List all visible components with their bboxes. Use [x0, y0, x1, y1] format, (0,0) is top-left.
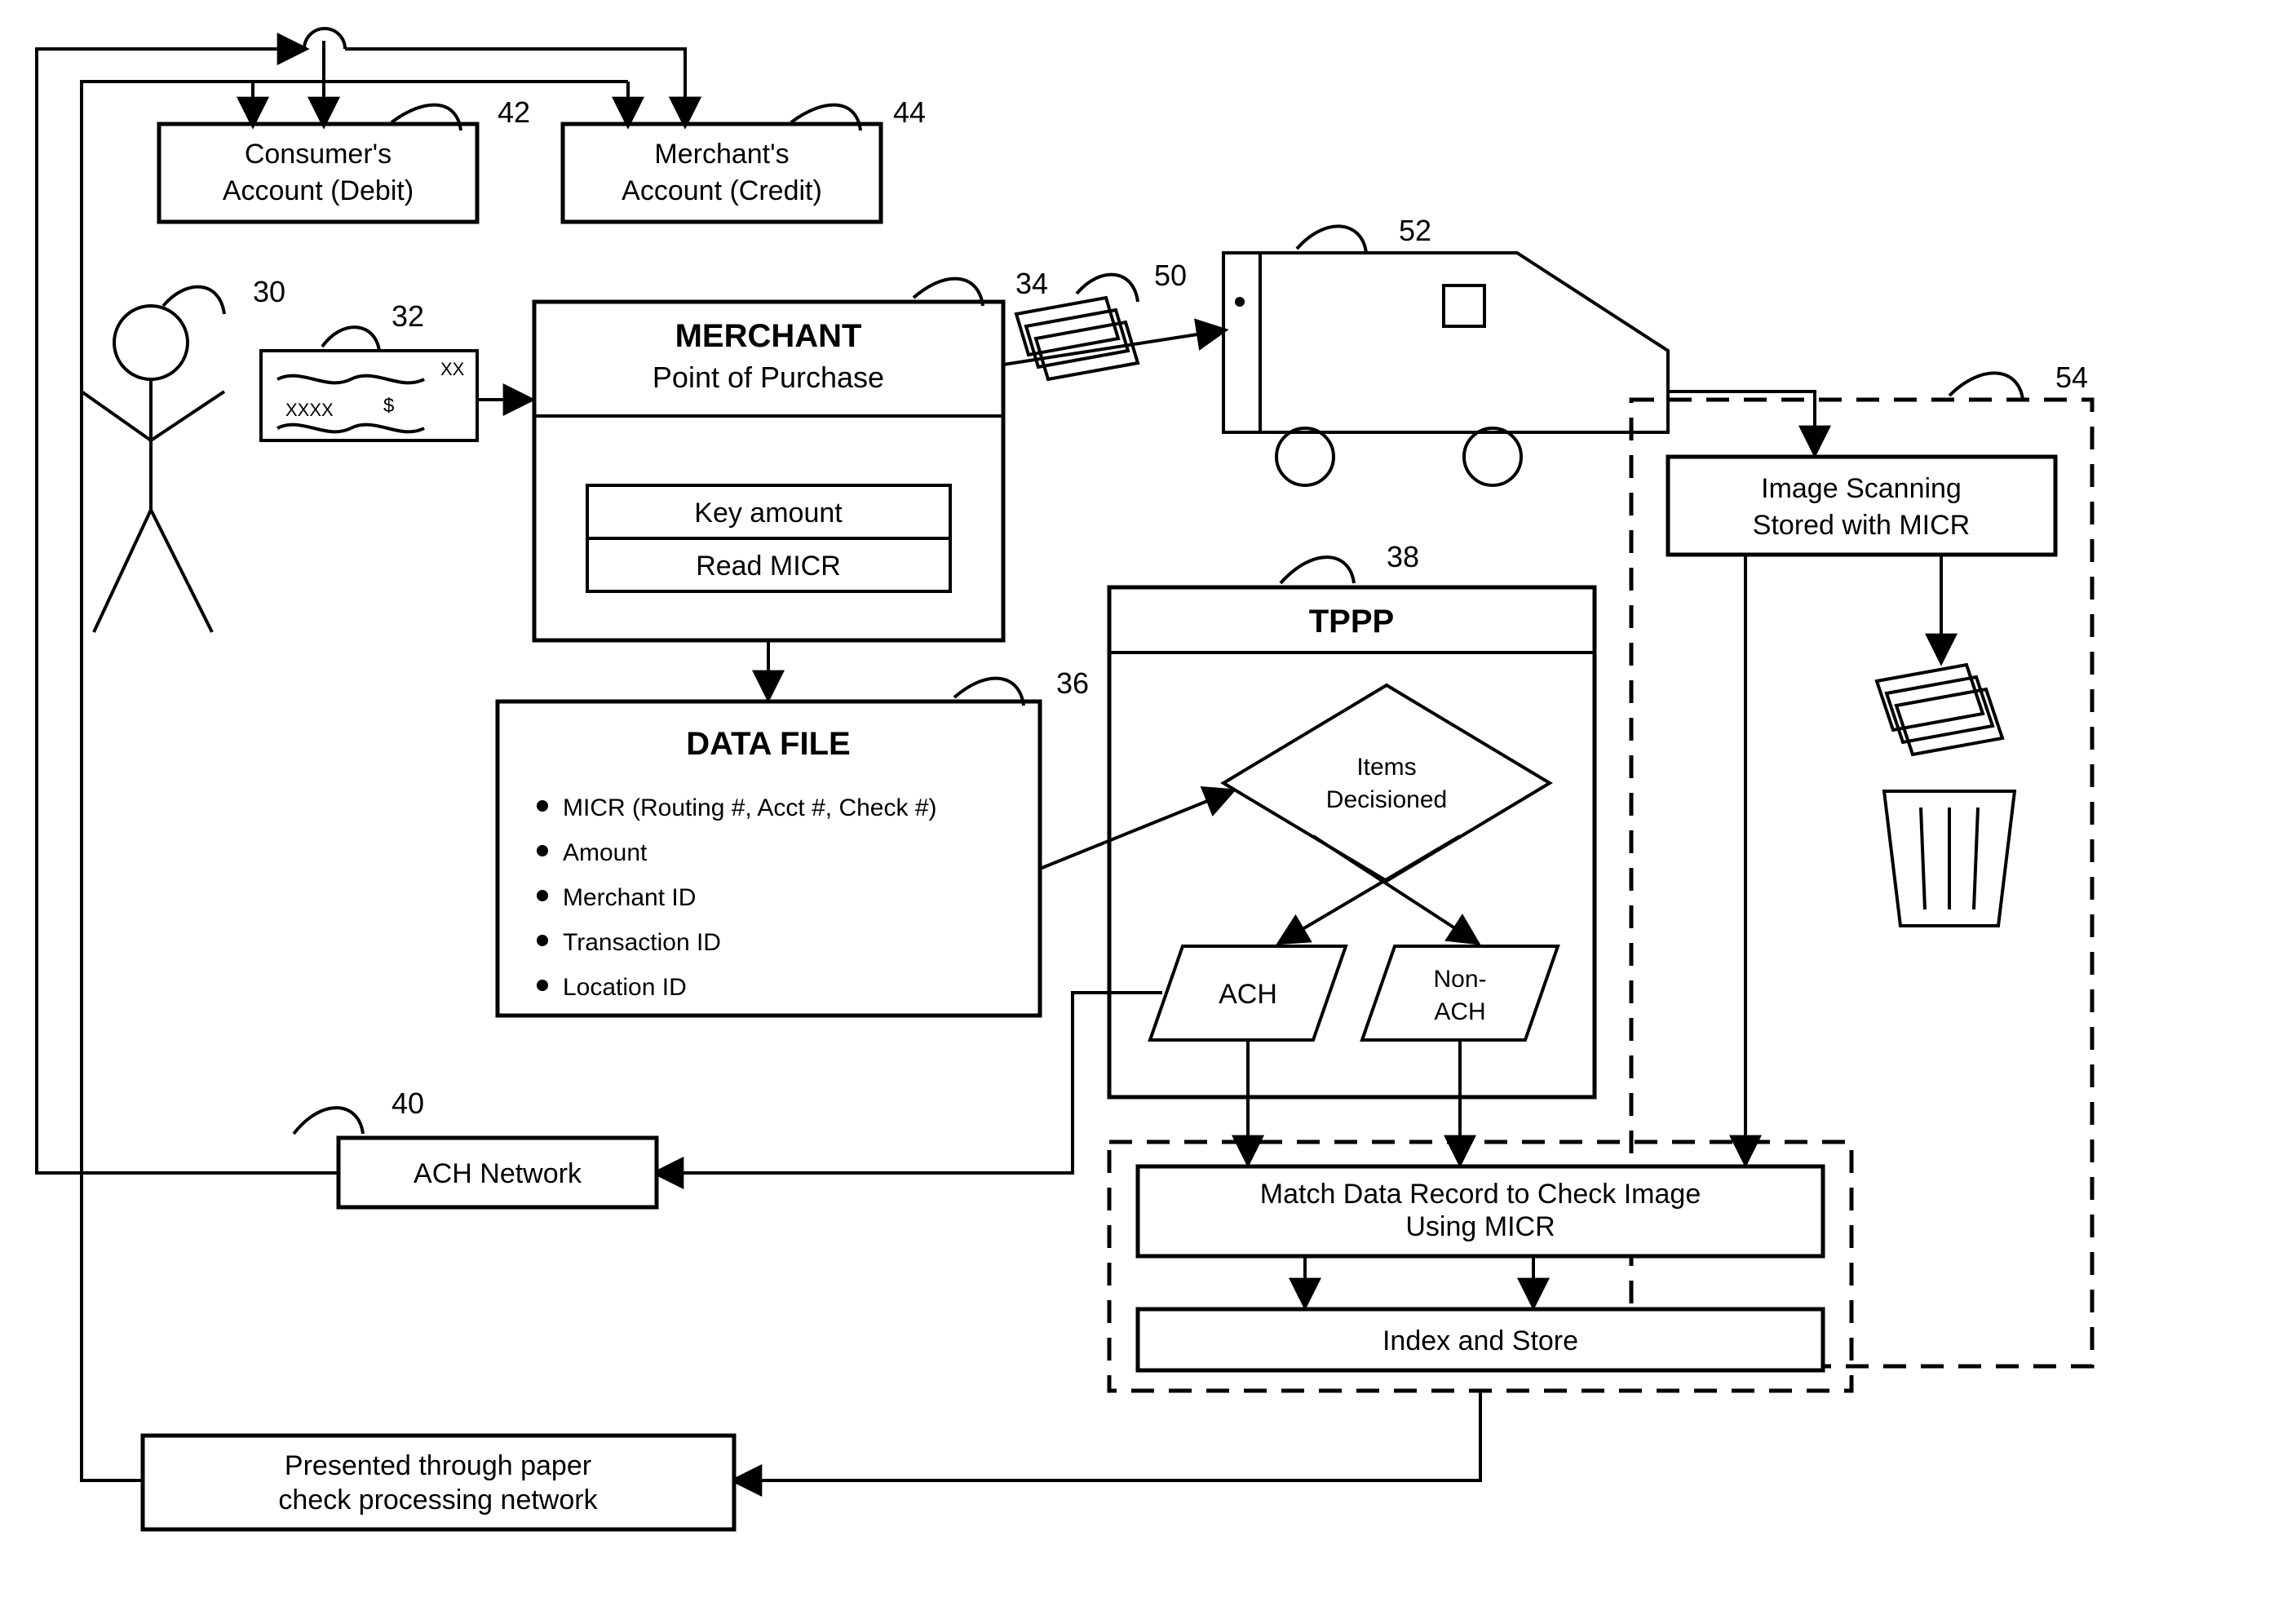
consumer-account-l1: Consumer's: [245, 139, 392, 170]
ach-network-label: ACH Network: [414, 1158, 582, 1189]
match-l2: Using MICR: [1405, 1211, 1555, 1242]
check-xxxx: XXXX: [285, 400, 334, 420]
check-xx: XX: [440, 359, 465, 379]
nonach-l2: ACH: [1434, 998, 1485, 1025]
arrow-index-to-presented: [735, 1391, 1480, 1480]
trash-icon: [1884, 791, 2015, 926]
callout-32: [322, 327, 379, 351]
data-file-title: DATA FILE: [686, 726, 850, 762]
items-l1: Items: [1356, 754, 1416, 781]
read-micr: Read MICR: [696, 551, 841, 582]
tppp-box: [1109, 587, 1595, 1097]
nonach-l1: Non-: [1433, 966, 1486, 993]
ref-34: 34: [1015, 267, 1048, 300]
key-amount: Key amount: [694, 498, 843, 529]
flow-presented-to-accounts: [82, 82, 253, 1480]
callout-38: [1281, 557, 1354, 583]
check-icon: XXXX $ XX: [261, 351, 477, 440]
docs-stack-icon: [1877, 665, 2002, 754]
consumer-account-l2: Account (Debit): [223, 175, 414, 206]
ref-40: 40: [392, 1086, 424, 1120]
callout-40: [294, 1108, 363, 1134]
tppp-title: TPPP: [1309, 604, 1394, 639]
image-scanning-l1: Image Scanning: [1761, 473, 1962, 504]
ref-32: 32: [392, 299, 424, 333]
data-file-b3: Merchant ID: [563, 884, 696, 911]
data-file-b2: Amount: [563, 839, 648, 866]
data-file-b4: Transaction ID: [563, 929, 721, 956]
presented-l2: check processing network: [278, 1485, 598, 1516]
data-file-b5: Location ID: [563, 974, 687, 1001]
merchant-account-l1: Merchant's: [654, 139, 789, 170]
callout-52: [1297, 226, 1366, 253]
items-l2: Decisioned: [1326, 786, 1447, 813]
callout-54: [1949, 373, 2023, 400]
diagram-canvas: Consumer's Account (Debit) Merchant's Ac…: [0, 0, 2296, 1624]
ach-label: ACH: [1219, 979, 1277, 1010]
index-store-label: Index and Store: [1382, 1325, 1578, 1356]
ref-30: 30: [253, 275, 285, 308]
checks-stack-icon: [1016, 298, 1138, 379]
merchant-account-l2: Account (Credit): [622, 175, 822, 206]
consumer-icon: [82, 306, 224, 632]
ref-38: 38: [1387, 540, 1419, 573]
presented-l1: Presented through paper: [285, 1450, 591, 1481]
arrow-ach-to-achnetwork: [657, 993, 1162, 1173]
merchant-subtitle: Point of Purchase: [653, 361, 884, 394]
ref-42: 42: [498, 95, 530, 129]
ref-36: 36: [1056, 666, 1089, 700]
ref-44: 44: [893, 95, 926, 129]
callout-30: [163, 287, 224, 314]
merchant-title: MERCHANT: [675, 318, 862, 354]
match-l1: Match Data Record to Check Image: [1260, 1179, 1701, 1210]
ref-54: 54: [2055, 361, 2088, 394]
truck-icon: [1223, 253, 1668, 485]
data-file-b1: MICR (Routing #, Acct #, Check #): [563, 794, 937, 821]
check-dollar: $: [383, 395, 394, 417]
image-scanning-l2: Stored with MICR: [1753, 510, 1970, 541]
ref-50: 50: [1154, 259, 1187, 292]
ref-52: 52: [1399, 214, 1431, 247]
